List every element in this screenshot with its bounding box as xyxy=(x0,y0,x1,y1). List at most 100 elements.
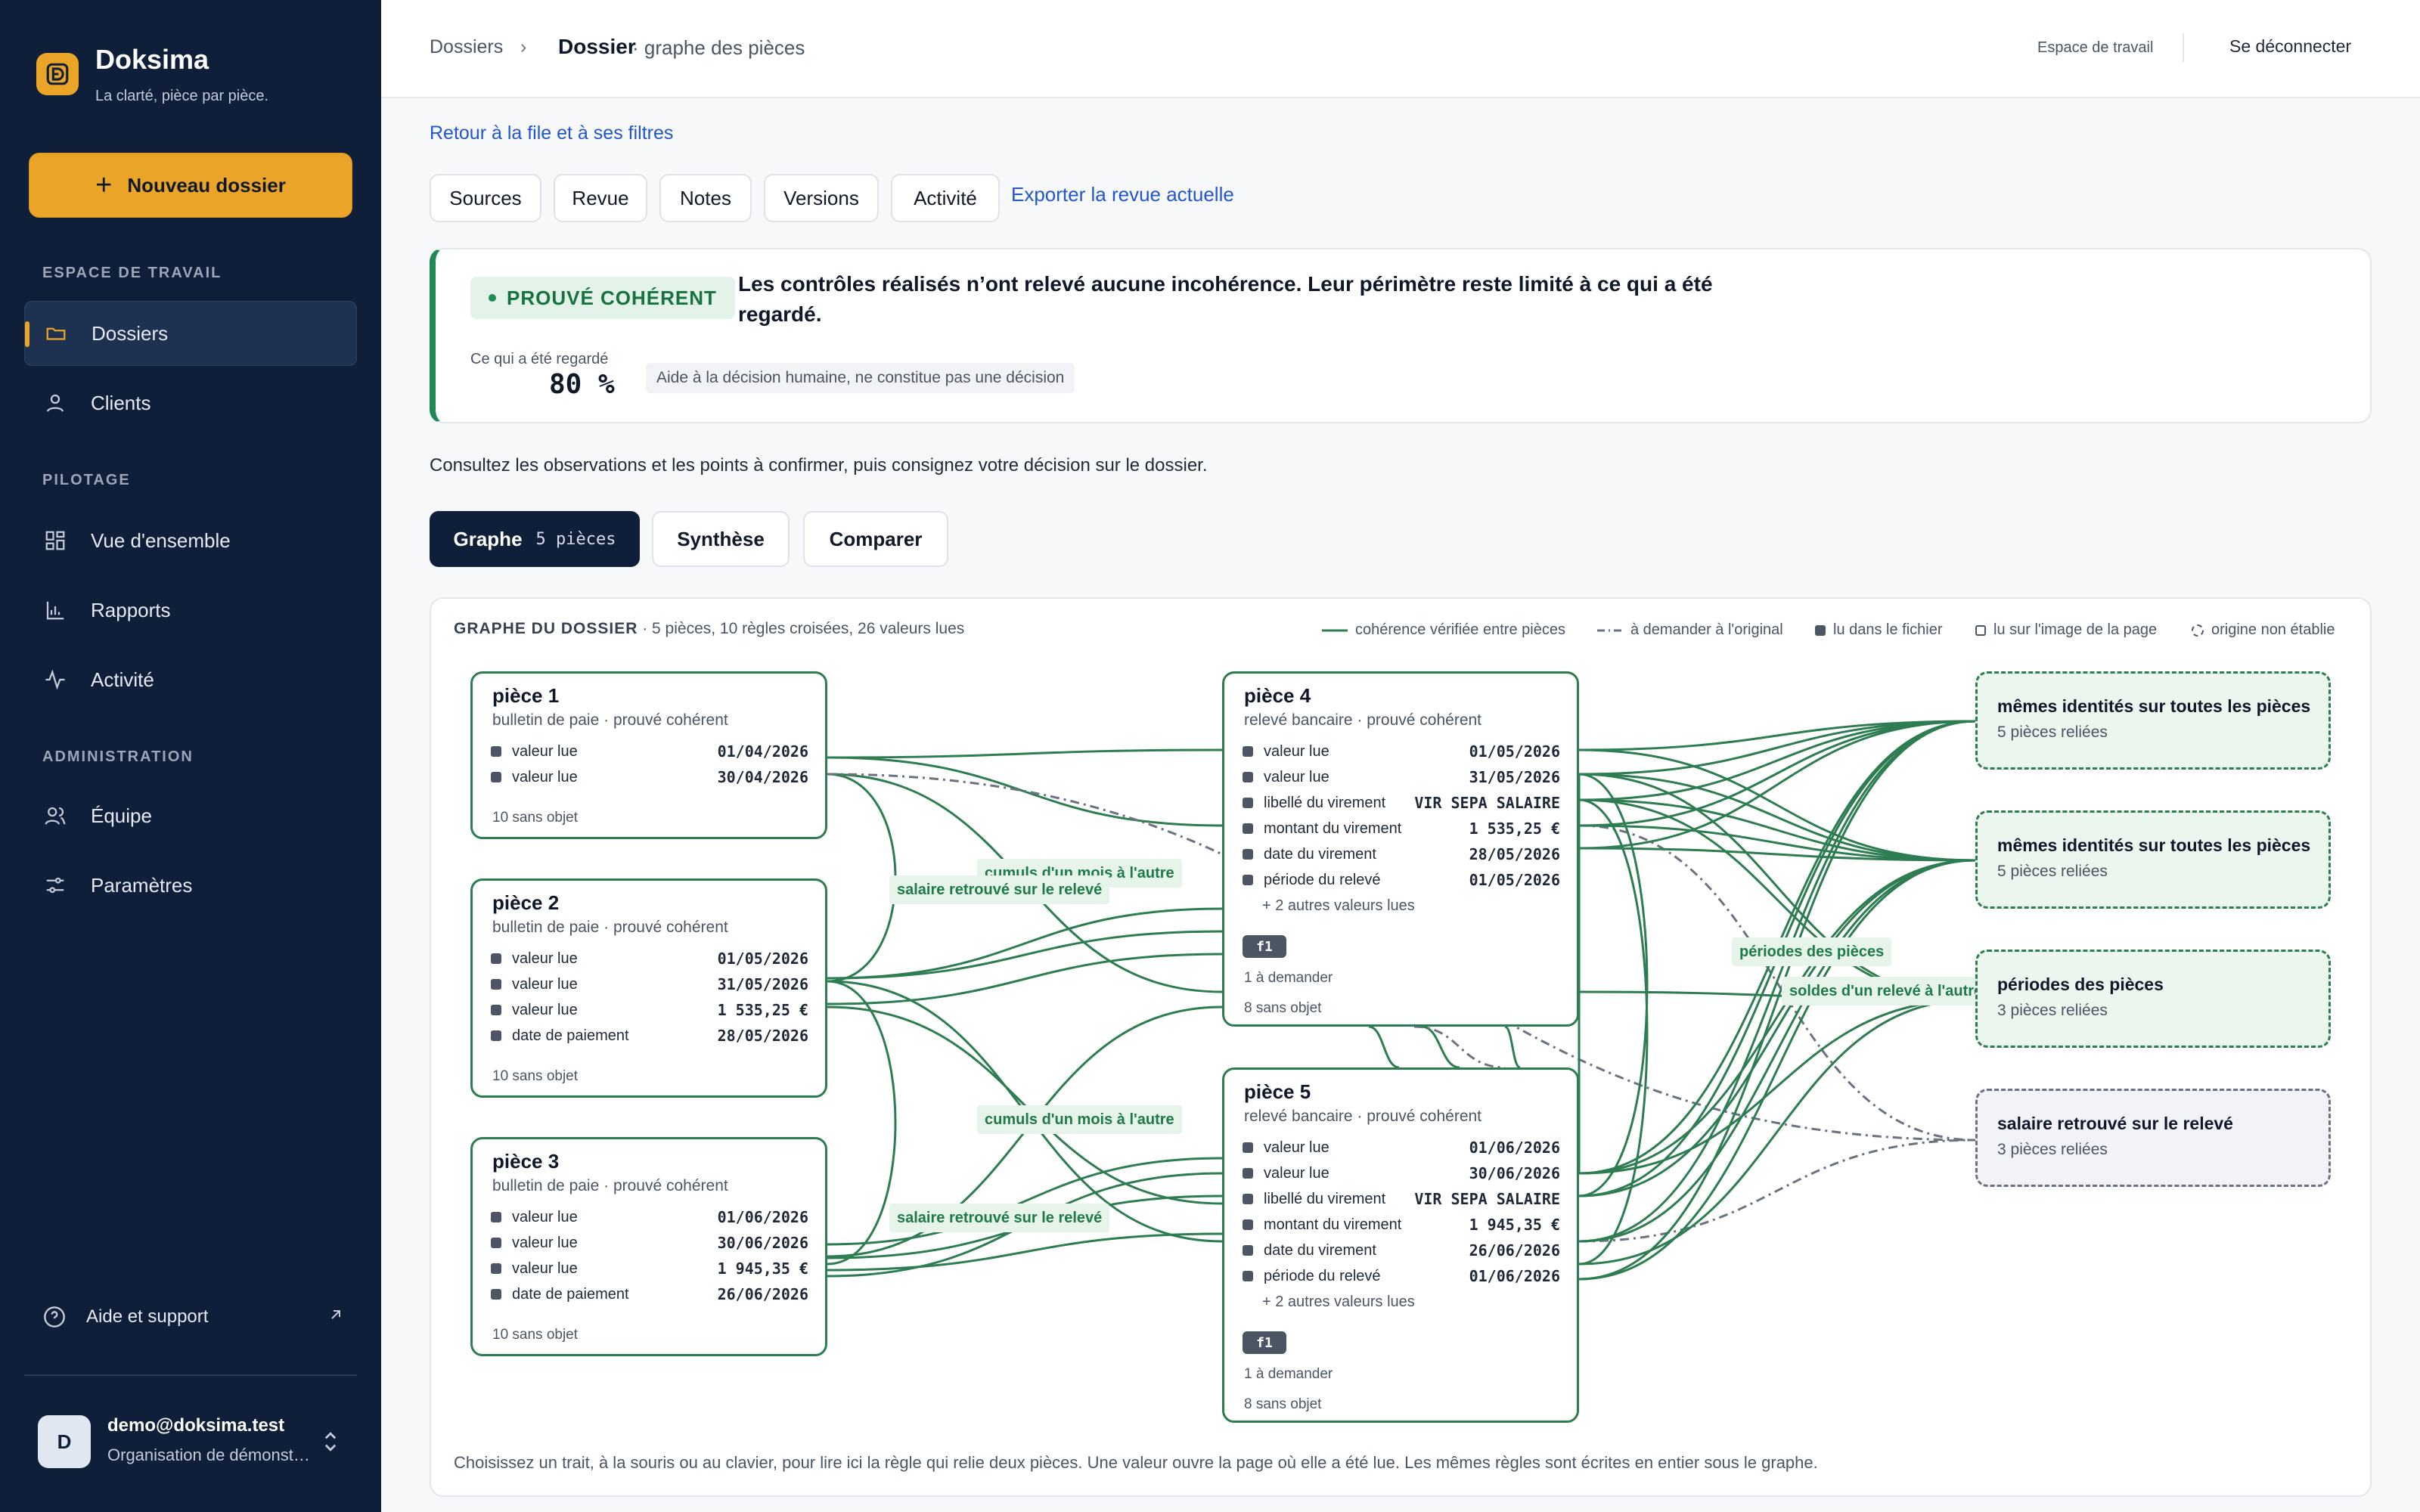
value-row[interactable]: libellé du virement VIR SEPA SALAIRE xyxy=(1243,1188,1560,1210)
back-to-queue-link[interactable]: Retour à la file et à ses filtres xyxy=(430,122,673,144)
value-row[interactable]: date du virement 28/05/2026 xyxy=(1243,843,1560,866)
graph-edge[interactable] xyxy=(1578,798,1976,862)
piece-node-4[interactable]: pièce 4 relevé bancaire · prouvé cohéren… xyxy=(1222,671,1579,1027)
edge-label-balances[interactable]: soldes d'un relevé à l'autre xyxy=(1782,977,1975,1005)
graph-edge[interactable] xyxy=(1578,773,1649,1198)
piece-footer: 8 sans objet xyxy=(1244,1396,1322,1412)
graph-edge[interactable] xyxy=(827,748,1223,759)
edge-label-cumuls[interactable]: cumuls d'un mois à l'autre xyxy=(977,1105,1182,1134)
view-tab-graph[interactable]: Graphe 5 pièces xyxy=(430,511,640,567)
sidebar-item-overview[interactable]: Vue d'ensemble xyxy=(24,508,357,573)
value-row[interactable]: valeur lue 30/04/2026 xyxy=(491,766,808,789)
read-file-square-icon xyxy=(491,746,501,757)
value-row[interactable]: période du relevé 01/06/2026 xyxy=(1243,1265,1560,1287)
graph-edge[interactable] xyxy=(1578,773,1976,862)
rule-node-salary[interactable]: salaire retrouvé sur le relevé 3 pièces … xyxy=(1975,1089,2331,1187)
value-row[interactable]: valeur lue 31/05/2026 xyxy=(491,973,808,996)
value-row[interactable]: date de paiement 26/06/2026 xyxy=(491,1283,808,1306)
piece-node-3[interactable]: pièce 3 bulletin de paie · prouvé cohére… xyxy=(470,1137,827,1356)
sidebar-item-dossiers[interactable]: Dossiers xyxy=(24,301,357,366)
value-row[interactable]: période du relevé 01/05/2026 xyxy=(1243,869,1560,891)
tab-notes[interactable]: Notes xyxy=(659,174,752,222)
piece-title: pièce 5 xyxy=(1244,1080,1311,1103)
graph-edge[interactable] xyxy=(827,1232,1223,1272)
graph-edge[interactable] xyxy=(1504,1025,1521,1069)
sidebar-item-activity[interactable]: Activité xyxy=(24,647,357,712)
tab-revue[interactable]: Revue xyxy=(554,174,647,222)
value-row[interactable]: valeur lue 1 535,25 € xyxy=(491,999,808,1021)
piece-node-2[interactable]: pièce 2 bulletin de paie · prouvé cohére… xyxy=(470,878,827,1098)
value-row[interactable]: valeur lue 1 945,35 € xyxy=(491,1257,808,1280)
rule-title: mêmes identités sur toutes les pièces xyxy=(1997,835,2311,855)
value-text: 01/05/2026 xyxy=(717,950,808,968)
piece-node-5[interactable]: pièce 5 relevé bancaire · prouvé cohéren… xyxy=(1222,1067,1579,1423)
graph-edge[interactable] xyxy=(1578,720,1976,776)
value-label: valeur lue xyxy=(512,950,578,967)
graph-edge[interactable] xyxy=(827,953,1223,1005)
user-avatar[interactable]: D xyxy=(38,1415,91,1468)
graph-edge[interactable] xyxy=(827,773,897,983)
view-tab-compare[interactable]: Comparer xyxy=(803,511,948,567)
graph-edge[interactable] xyxy=(827,980,897,1266)
graph-edge[interactable] xyxy=(1413,1025,1506,1069)
chevron-up-down-icon[interactable] xyxy=(321,1429,340,1458)
graph-edge[interactable] xyxy=(1368,1025,1400,1069)
edge-label-periods[interactable]: périodes des pièces xyxy=(1732,937,1892,966)
rule-node-identities-1[interactable]: mêmes identités sur toutes les pièces 5 … xyxy=(1975,671,2331,770)
value-row[interactable]: valeur lue 01/04/2026 xyxy=(491,740,808,763)
value-row[interactable]: valeur lue 31/05/2026 xyxy=(1243,766,1560,789)
value-row[interactable]: valeur lue 01/06/2026 xyxy=(1243,1136,1560,1159)
nav-section-admin: ADMINISTRATION xyxy=(42,748,194,765)
graph-edge[interactable] xyxy=(1578,720,1976,801)
rule-node-identities-2[interactable]: mêmes identités sur toutes les pièces 5 … xyxy=(1975,810,2331,909)
value-label: montant du virement xyxy=(1264,1216,1402,1233)
finding-chip[interactable]: f1 xyxy=(1243,935,1286,958)
value-row[interactable]: montant du virement 1 945,35 € xyxy=(1243,1213,1560,1236)
piece-subtitle: bulletin de paie · prouvé cohérent xyxy=(492,711,728,729)
new-dossier-button[interactable]: + Nouveau dossier xyxy=(29,153,352,218)
value-row[interactable]: valeur lue 30/06/2026 xyxy=(1243,1162,1560,1185)
doksima-logo-icon[interactable] xyxy=(36,53,79,95)
graph-edge[interactable] xyxy=(827,907,1223,980)
more-values-link[interactable]: + 2 autres valeurs lues xyxy=(1262,1294,1415,1311)
workspace-link[interactable]: Espace de travail xyxy=(2037,39,2153,57)
finding-chip[interactable]: f1 xyxy=(1243,1331,1286,1354)
tab-sources[interactable]: Sources xyxy=(430,174,541,222)
sidebar-item-reports[interactable]: Rapports xyxy=(24,578,357,643)
value-row[interactable]: libellé du virement VIR SEPA SALAIRE xyxy=(1243,792,1560,814)
logout-button[interactable]: Se déconnecter xyxy=(2229,36,2351,57)
value-row[interactable]: valeur lue 30/06/2026 xyxy=(491,1232,808,1254)
brand-name[interactable]: Doksima xyxy=(95,44,209,76)
breadcrumb-current: Dossier xyxy=(558,35,636,58)
help-support-link[interactable]: Aide et support xyxy=(42,1305,345,1329)
value-label: valeur lue xyxy=(512,1259,578,1277)
sidebar-item-team[interactable]: Équipe xyxy=(24,783,357,848)
export-review-link[interactable]: Exporter la revue actuelle xyxy=(1011,183,1234,206)
read-file-square-icon xyxy=(1243,1194,1253,1204)
sidebar-item-settings[interactable]: Paramètres xyxy=(24,853,357,918)
edge-label-salary[interactable]: salaire retrouvé sur le relevé xyxy=(889,1204,1110,1232)
breadcrumb-dossiers[interactable]: Dossiers xyxy=(430,36,503,58)
value-label: valeur lue xyxy=(512,1001,578,1018)
value-text: 01/06/2026 xyxy=(1469,1139,1560,1157)
read-file-square-icon xyxy=(491,1212,501,1222)
tab-activite[interactable]: Activité xyxy=(891,174,1000,222)
read-file-square-icon xyxy=(1243,746,1253,757)
sidebar-item-clients[interactable]: Clients xyxy=(24,370,357,435)
rule-node-periods[interactable]: périodes des pièces 3 pièces reliées xyxy=(1975,950,2331,1048)
value-label: date du virement xyxy=(1264,845,1376,863)
more-values-link[interactable]: + 2 autres valeurs lues xyxy=(1262,897,1415,915)
graph-edge[interactable] xyxy=(1578,859,1976,1281)
value-row[interactable]: date de paiement 28/05/2026 xyxy=(491,1024,808,1047)
piece-node-1[interactable]: pièce 1 bulletin de paie · prouvé cohére… xyxy=(470,671,827,839)
tab-versions[interactable]: Versions xyxy=(764,174,879,222)
edge-label-salary[interactable]: salaire retrouvé sur le relevé xyxy=(889,875,1110,904)
graph-card: GRAPHE DU DOSSIER · 5 pièces, 10 règles … xyxy=(430,597,2372,1497)
value-row[interactable]: valeur lue 01/05/2026 xyxy=(491,947,808,970)
value-row[interactable]: valeur lue 01/05/2026 xyxy=(1243,740,1560,763)
view-tab-synthesis[interactable]: Synthèse xyxy=(652,511,790,567)
value-row[interactable]: date du virement 26/06/2026 xyxy=(1243,1239,1560,1262)
value-label: valeur lue xyxy=(512,1234,578,1251)
value-row[interactable]: valeur lue 01/06/2026 xyxy=(491,1206,808,1228)
value-row[interactable]: montant du virement 1 535,25 € xyxy=(1243,817,1560,840)
